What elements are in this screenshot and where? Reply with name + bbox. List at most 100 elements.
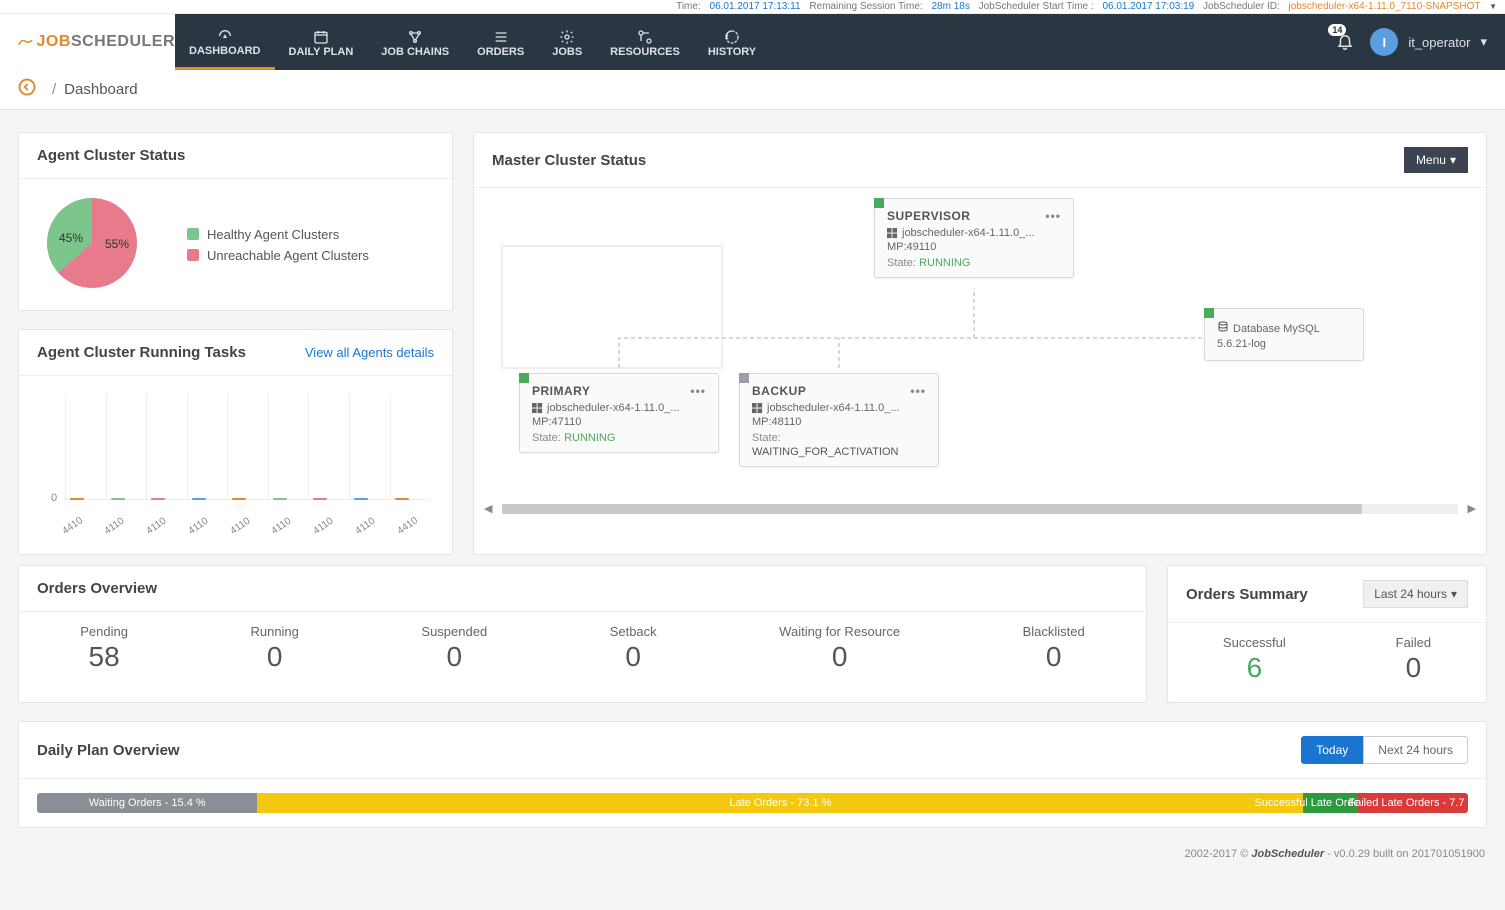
plan-segment[interactable]: Waiting Orders - 15.4 % xyxy=(37,793,257,813)
stat-value: 0 xyxy=(1396,652,1431,684)
windows-icon xyxy=(532,403,543,414)
daily-plan-bar: Waiting Orders - 15.4 %Late Orders - 73.… xyxy=(37,793,1468,813)
tasks-xlabel: 4110 xyxy=(308,499,352,537)
node-mp: MP:49110 xyxy=(887,241,1061,253)
caret-down-icon: ▾ xyxy=(1450,153,1456,167)
primary-node[interactable]: PRIMARY••• jobscheduler-x64-1.11.0_... M… xyxy=(519,373,719,453)
status-indicator-icon xyxy=(874,198,884,208)
next-24h-button[interactable]: Next 24 hours xyxy=(1363,736,1468,764)
orders-summary-title: Orders Summary xyxy=(1186,586,1308,603)
node-mp: MP:48110 xyxy=(752,416,926,428)
database-node[interactable]: Database MySQL 5.6.21-log xyxy=(1204,308,1364,361)
crumb-separator: / xyxy=(52,81,56,98)
nav-resources[interactable]: RESOURCES xyxy=(596,14,694,70)
node-host: jobscheduler-x64-1.11.0_... xyxy=(767,402,900,414)
stat-pending[interactable]: Pending58 xyxy=(80,624,128,673)
master-menu-button[interactable]: Menu▾ xyxy=(1404,147,1468,173)
caret-down-icon: ▾ xyxy=(1451,587,1457,601)
tasks-xlabel: 4410 xyxy=(392,499,436,537)
logo-text-b: SCHEDULER xyxy=(71,33,175,51)
status-bar: Time: 06.01.2017 17:13:11 Remaining Sess… xyxy=(0,0,1505,14)
plan-segment[interactable]: Failed Late Orders - 7.7 % xyxy=(1358,793,1468,813)
stat-suspended[interactable]: Suspended 0 xyxy=(421,624,487,673)
session-label: Remaining Session Time: xyxy=(809,1,922,12)
pie-label-unreachable: 55% xyxy=(105,237,129,251)
tasks-xlabel: 4110 xyxy=(99,499,143,537)
stat-value: 0 xyxy=(779,641,900,673)
agent-running-tasks-card: Agent Cluster Running Tasks View all Age… xyxy=(18,329,453,555)
stat-running[interactable]: Running 0 xyxy=(250,624,298,673)
agent-status-pie: 45% 55% xyxy=(37,193,157,296)
backup-node[interactable]: BACKUP••• jobscheduler-x64-1.11.0_... MP… xyxy=(739,373,939,467)
windows-icon xyxy=(887,228,898,239)
status-indicator-icon xyxy=(519,373,529,383)
node-host: jobscheduler-x64-1.11.0_... xyxy=(547,402,680,414)
status-indicator-icon xyxy=(1204,308,1214,318)
stat-value: 0 xyxy=(421,641,487,673)
stat-value: 0 xyxy=(250,641,298,673)
agent-cluster-status-card: Agent Cluster Status 45% 55% Healthy Age… xyxy=(18,132,453,311)
stat-waiting-for-resource[interactable]: Waiting for Resource0 xyxy=(779,624,900,673)
logo-text-a: JOB xyxy=(37,33,71,51)
stat-label: Running xyxy=(250,624,298,639)
avatar: I xyxy=(1370,28,1398,56)
logo[interactable]: JOBSCHEDULER xyxy=(0,14,175,70)
diagram-scrollbar[interactable]: ◀ ▶ xyxy=(474,498,1486,519)
stat-setback[interactable]: Setback0 xyxy=(610,624,657,673)
stat-value: 0 xyxy=(610,641,657,673)
agent-status-title: Agent Cluster Status xyxy=(37,147,185,164)
jsid-value[interactable]: jobscheduler-x64-1.11.0_7110-SNAPSHOT xyxy=(1289,1,1481,12)
status-caret-icon[interactable]: ▼ xyxy=(1489,0,1497,14)
stat-failed[interactable]: Failed0 xyxy=(1396,635,1431,684)
supervisor-node[interactable]: SUPERVISOR••• jobscheduler-x64-1.11.0_..… xyxy=(874,198,1074,278)
nav-orders[interactable]: ORDERS xyxy=(463,14,538,70)
tasks-chart: 0 441041104110411041104110411041104410 xyxy=(37,390,434,540)
nav-dashboard[interactable]: DASHBOARD xyxy=(175,14,275,70)
session-value: 28m 18s xyxy=(931,1,969,12)
nav-icon xyxy=(312,28,330,46)
node-state-label: State: xyxy=(752,432,781,444)
legend-healthy: Healthy Agent Clusters xyxy=(207,227,339,242)
daily-plan-range-toggle: Today Next 24 hours xyxy=(1301,736,1468,764)
summary-range-dropdown[interactable]: Last 24 hours▾ xyxy=(1363,580,1468,608)
node-more-icon[interactable]: ••• xyxy=(1045,209,1061,223)
node-state-label: State: xyxy=(887,257,916,269)
nav-jobs[interactable]: JOBS xyxy=(538,14,596,70)
plan-segment[interactable]: Late Orders - 73.1 % xyxy=(257,793,1303,813)
db-title: Database MySQL xyxy=(1233,323,1320,335)
nav-history[interactable]: HISTORY xyxy=(694,14,770,70)
nav-icon xyxy=(558,28,576,46)
stat-value: 0 xyxy=(1023,641,1085,673)
nav-icon xyxy=(636,28,654,46)
orders-summary-card: Orders Summary Last 24 hours▾ Successful… xyxy=(1167,565,1487,703)
nav-job-chains[interactable]: JOB CHAINS xyxy=(367,14,463,70)
tasks-xlabel: 4410 xyxy=(57,499,101,537)
daily-plan-card: Daily Plan Overview Today Next 24 hours … xyxy=(18,721,1487,828)
stat-blacklisted[interactable]: Blacklisted0 xyxy=(1023,624,1085,673)
node-more-icon[interactable]: ••• xyxy=(690,384,706,398)
start-value: 06.01.2017 17:03:19 xyxy=(1102,1,1194,12)
windows-icon xyxy=(752,403,763,414)
user-menu[interactable]: I it_operator ▾ xyxy=(1370,28,1487,56)
legend-unreachable: Unreachable Agent Clusters xyxy=(207,248,369,263)
scroll-right-icon[interactable]: ▶ xyxy=(1464,502,1480,515)
footer-tail: - v0.0.29 built on 201701051900 xyxy=(1327,848,1485,860)
nav-daily-plan[interactable]: DAILY PLAN xyxy=(275,14,368,70)
node-state: WAITING_FOR_ACTIVATION xyxy=(752,446,898,458)
legend-swatch-unreachable xyxy=(187,249,199,261)
back-icon[interactable] xyxy=(18,78,36,101)
node-title: PRIMARY xyxy=(532,384,590,398)
db-version: 5.6.21-log xyxy=(1217,338,1351,350)
view-all-agents-link[interactable]: View all Agents details xyxy=(305,345,434,360)
stat-label: Suspended xyxy=(421,624,487,639)
jsid-label: JobScheduler ID: xyxy=(1203,1,1280,12)
scroll-left-icon[interactable]: ◀ xyxy=(480,502,496,515)
node-more-icon[interactable]: ••• xyxy=(910,384,926,398)
app-header: JOBSCHEDULER DASHBOARDDAILY PLANJOB CHAI… xyxy=(0,14,1505,70)
tasks-xlabel: 4110 xyxy=(225,499,269,537)
stat-successful[interactable]: Successful6 xyxy=(1223,635,1286,684)
today-button[interactable]: Today xyxy=(1301,736,1363,764)
notifications[interactable]: 14 xyxy=(1336,32,1354,53)
nav-icon xyxy=(406,28,424,46)
status-indicator-icon xyxy=(739,373,749,383)
